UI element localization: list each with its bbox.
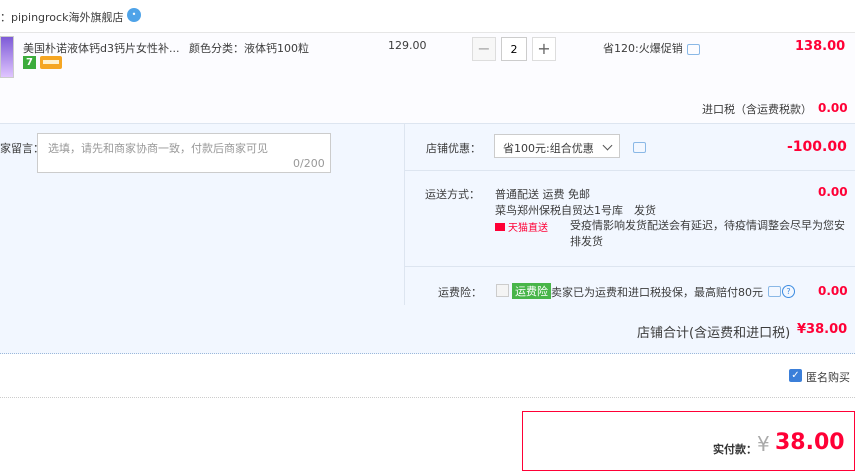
- shipping-warehouse: 菜鸟郑州保税自贸达1号库 发货: [495, 204, 656, 217]
- shipping-note: 受疫情影响发货配送会有延迟，待疫情调整会尽早为您安排发货: [570, 219, 845, 248]
- insurance-text: 卖家已为运费和进口税投保，最高赔付80元: [551, 286, 763, 299]
- chat-icon[interactable]: [633, 142, 646, 153]
- quantity-input[interactable]: [501, 37, 527, 61]
- insurance-value: 0.00: [818, 284, 848, 298]
- shipping-label: 运送方式：: [425, 188, 480, 201]
- coupon-value: -100.00: [787, 139, 847, 155]
- wangwang-icon[interactable]: •: [127, 8, 141, 22]
- tmall-icon: [495, 223, 505, 231]
- shipping-value: 0.00: [818, 185, 848, 199]
- coupon-select[interactable]: 省100元:组合优惠: [494, 134, 620, 158]
- chevron-down-icon: [602, 140, 613, 151]
- insurance-checkbox: [496, 284, 509, 297]
- decrease-button[interactable]: −: [472, 37, 496, 61]
- payment-amount: 38.00: [775, 430, 845, 455]
- promo-label: 省120:火爆促销: [603, 42, 683, 55]
- tmall-direct-badge: 天猫直送: [495, 219, 548, 234]
- payment-label: 实付款：: [713, 443, 757, 456]
- import-tax-label: 进口税（含运费税款）: [702, 103, 812, 116]
- shop-name[interactable]: ：pipingrock海外旗舰店: [0, 9, 123, 25]
- coupon-label: 店铺优惠：: [426, 142, 481, 155]
- divider: [404, 123, 405, 305]
- coupon-selected-value: 省100元:组合优惠: [503, 142, 594, 155]
- quantity-stepper: − +: [472, 37, 558, 61]
- store-total-value: ¥38.00: [797, 322, 848, 337]
- insurance-label: 运费险：: [438, 286, 482, 299]
- promo-text: 省120:火爆促销: [603, 40, 700, 56]
- memo-placeholder: 选填，请先和商家协商一致，付款后商家可见: [48, 142, 268, 155]
- item-subtotal: 138.00: [795, 39, 846, 54]
- product-sku: 颜色分类：液体钙100粒: [189, 42, 309, 55]
- unit-price: 129.00: [388, 39, 427, 52]
- credit-card-icon: [40, 56, 62, 69]
- memo-char-count: 0/200: [293, 157, 325, 170]
- store-total-label: 店铺合计(含运费和进口税): [637, 326, 791, 341]
- insurance-icons: ?: [768, 284, 795, 298]
- import-tax-value: 0.00: [818, 101, 848, 115]
- shipping-method: 普通配送 运费 免邮: [495, 188, 590, 201]
- tmall-direct-label: 天猫直送: [508, 223, 548, 234]
- divider: [405, 170, 855, 171]
- seven-day-return-icon: 7: [23, 56, 36, 69]
- chat-icon[interactable]: [768, 285, 781, 297]
- anonymous-label[interactable]: 匿名购买: [806, 369, 850, 385]
- insurance-tag: 运费险: [512, 283, 551, 299]
- help-icon[interactable]: ?: [782, 285, 795, 298]
- payment-currency: ¥: [757, 432, 770, 456]
- chat-icon[interactable]: [686, 43, 700, 55]
- divider: [0, 397, 855, 399]
- anonymous-checkbox[interactable]: ✓: [789, 369, 802, 382]
- divider: [405, 266, 855, 267]
- product-thumbnail[interactable]: [0, 36, 14, 78]
- increase-button[interactable]: +: [532, 37, 556, 61]
- product-title[interactable]: 美国朴诺液体钙d3钙片女性补...: [23, 40, 179, 56]
